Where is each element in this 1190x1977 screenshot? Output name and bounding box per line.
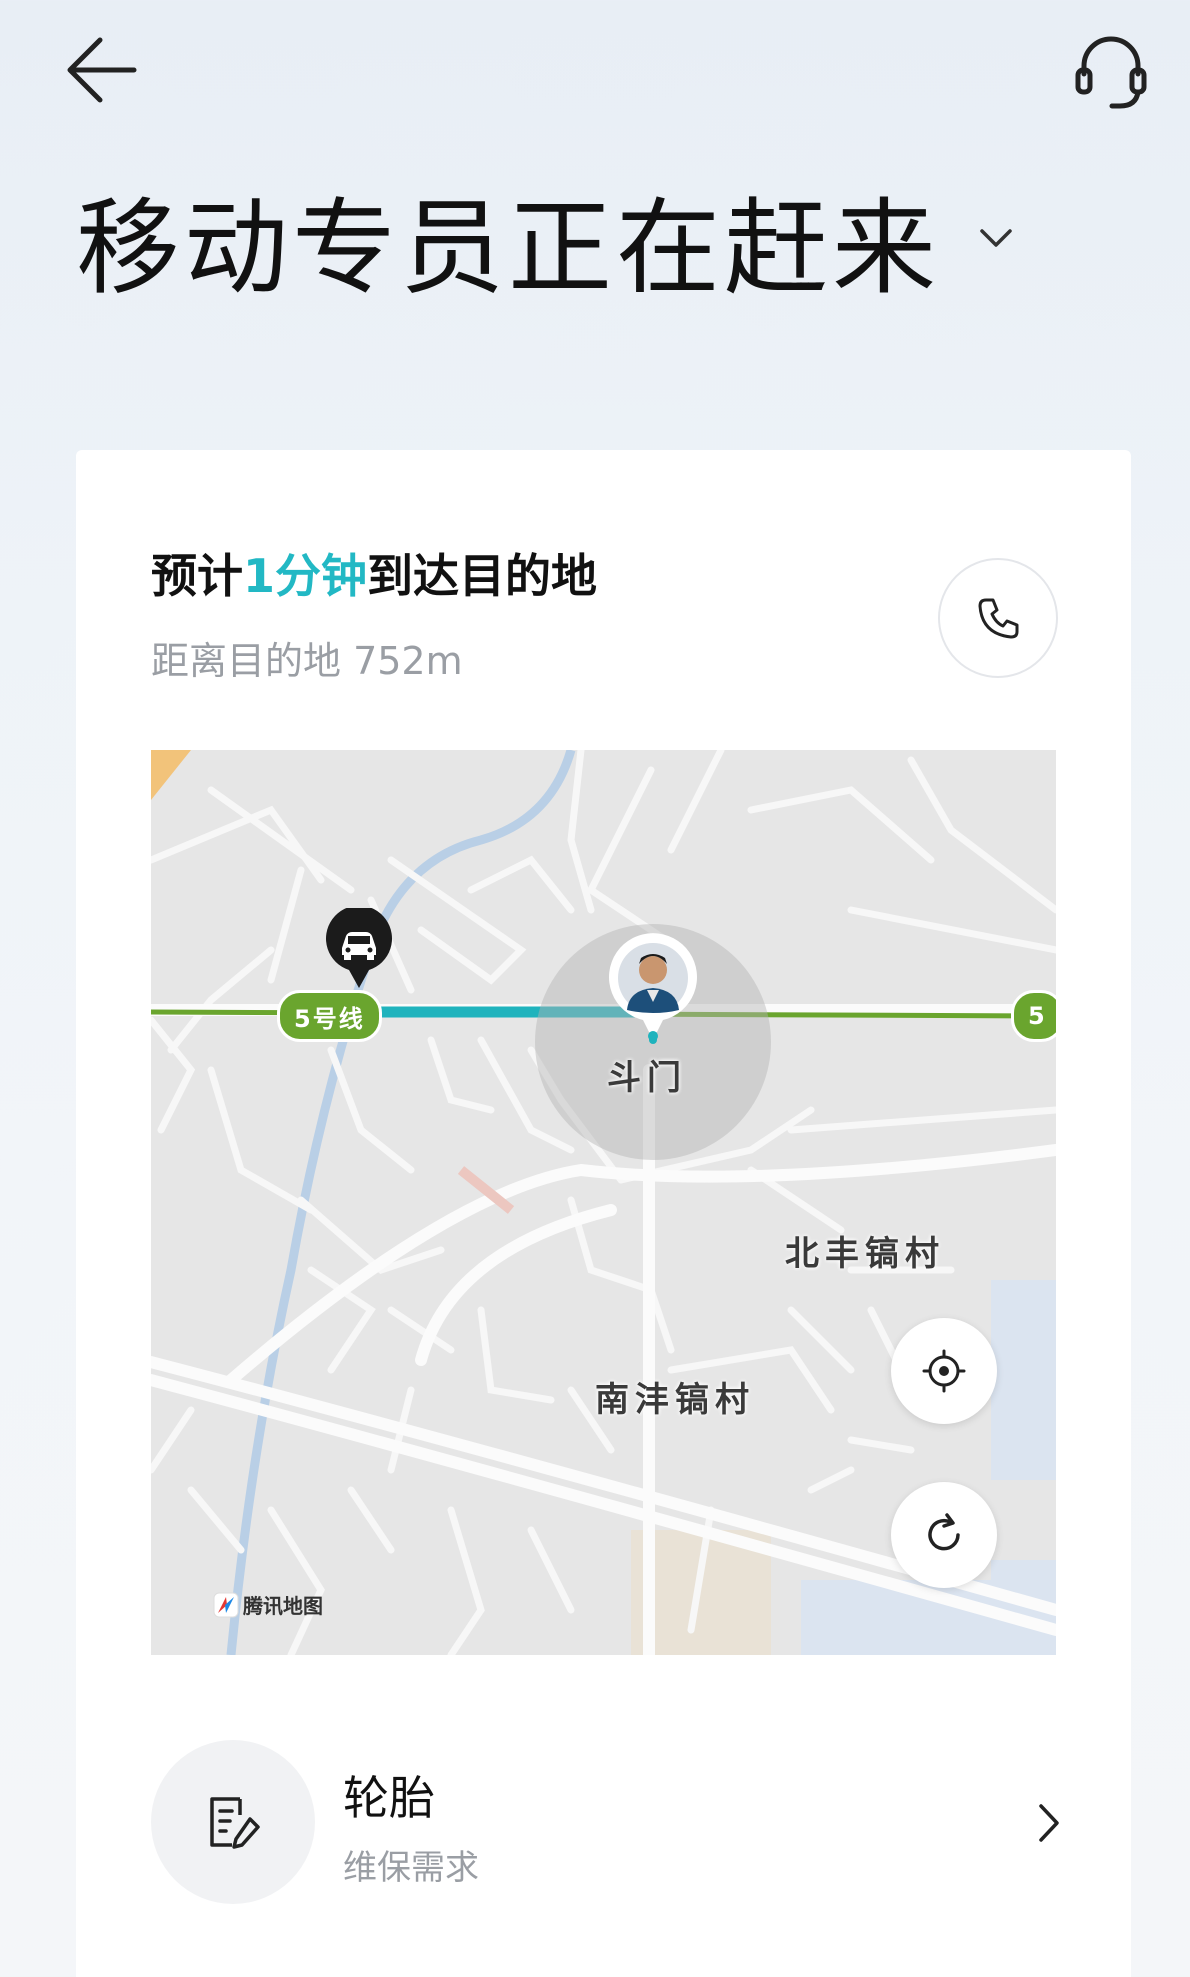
distance-text: 距离目的地 752m (151, 639, 463, 683)
agent-location-marker (607, 932, 699, 1042)
page-title-row[interactable]: 移动专员正在赶来 (76, 178, 1016, 309)
map-attribution-text: 腾讯地图 (243, 1594, 323, 1618)
crosshair-icon (922, 1349, 966, 1393)
metro-line-badge: 5号线 (277, 990, 382, 1042)
customer-service-button[interactable] (1066, 26, 1156, 116)
top-bar (0, 0, 1190, 140)
eta-text: 预计1分钟到达目的地 (151, 540, 597, 606)
village-label-south: 南沣镐村 (595, 1380, 755, 1420)
refresh-icon (928, 1513, 960, 1551)
car-pin-icon (326, 908, 392, 988)
tencent-map-logo-icon (213, 1592, 239, 1617)
chevron-right-icon[interactable] (1031, 1800, 1067, 1846)
arrow-left-icon (67, 37, 137, 103)
edit-form-icon (210, 1797, 260, 1849)
call-button[interactable] (938, 558, 1058, 678)
map-attribution: 腾讯地图 (213, 1590, 323, 1619)
eta-suffix: 到达目的地 (367, 549, 598, 603)
locate-button[interactable] (891, 1318, 997, 1424)
service-subtitle: 维保需求 (343, 1848, 479, 1888)
refresh-button[interactable] (891, 1482, 997, 1588)
eta-time: 1分钟 (243, 549, 368, 603)
station-label: 斗门 (607, 1058, 687, 1098)
phone-icon (978, 598, 1019, 639)
service-icon-wrap (151, 1740, 315, 1904)
eta-prefix: 预计 (151, 549, 243, 603)
headset-icon (1075, 36, 1147, 109)
avatar (609, 933, 697, 1041)
map-view[interactable]: 5号线 5 斗门 北丰镐村 南沣镐村 腾讯地图 (151, 750, 1056, 1655)
chevron-down-icon[interactable] (976, 218, 1016, 258)
metro-line-badge-partial: 5 (1011, 990, 1056, 1042)
village-label-north: 北丰镐村 (785, 1234, 945, 1274)
service-status-card: 预计1分钟到达目的地 距离目的地 752m 5号线 5 斗门 北丰镐村 南沣镐村… (76, 450, 1131, 1977)
service-item-row[interactable]: 轮胎 维保需求 (151, 1740, 1059, 1910)
back-button[interactable] (60, 28, 144, 112)
page-title: 移动专员正在赶来 (76, 186, 941, 309)
service-title: 轮胎 (343, 1771, 435, 1825)
